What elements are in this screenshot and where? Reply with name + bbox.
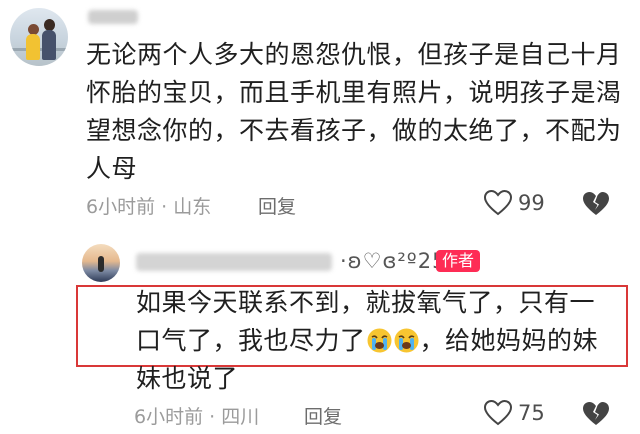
author-username-blurred[interactable]	[136, 253, 332, 271]
author-avatar[interactable]	[82, 244, 120, 282]
heart-icon	[484, 190, 512, 216]
crying-face-icon	[394, 328, 419, 353]
comment-thread: 无论两个人多大的恩怨仇恨，但孩子是自己十月怀胎的宝贝，而且手机里有照片，说明孩子…	[0, 0, 640, 434]
author-badge: 作者	[436, 250, 481, 272]
reply-button[interactable]: 回复	[258, 192, 296, 219]
comment-text: 无论两个人多大的恩怨仇恨，但孩子是自己十月怀胎的宝贝，而且手机里有照片，说明孩子…	[86, 40, 622, 183]
reply-comment-text: 如果今天联系不到，就拔氧气了，只有一口气了，我也尽力了 ，给她妈妈的妹妹也说了	[136, 284, 616, 398]
reply-meta: 6小时前 · 四川	[134, 406, 260, 428]
comment-meta: 6小时前 · 山东	[86, 196, 212, 218]
commenter-avatar[interactable]	[10, 8, 68, 66]
like-button[interactable]: 99	[484, 190, 545, 216]
like-count: 75	[518, 401, 545, 425]
like-button[interactable]: 75	[484, 400, 545, 426]
commenter-username-blurred[interactable]	[88, 10, 138, 24]
reply-button[interactable]: 回复	[304, 402, 342, 429]
heart-icon	[484, 400, 512, 426]
like-count: 99	[518, 191, 545, 215]
broken-heart-icon[interactable]	[582, 191, 610, 217]
broken-heart-icon[interactable]	[582, 401, 610, 427]
crying-face-icon	[367, 328, 392, 353]
